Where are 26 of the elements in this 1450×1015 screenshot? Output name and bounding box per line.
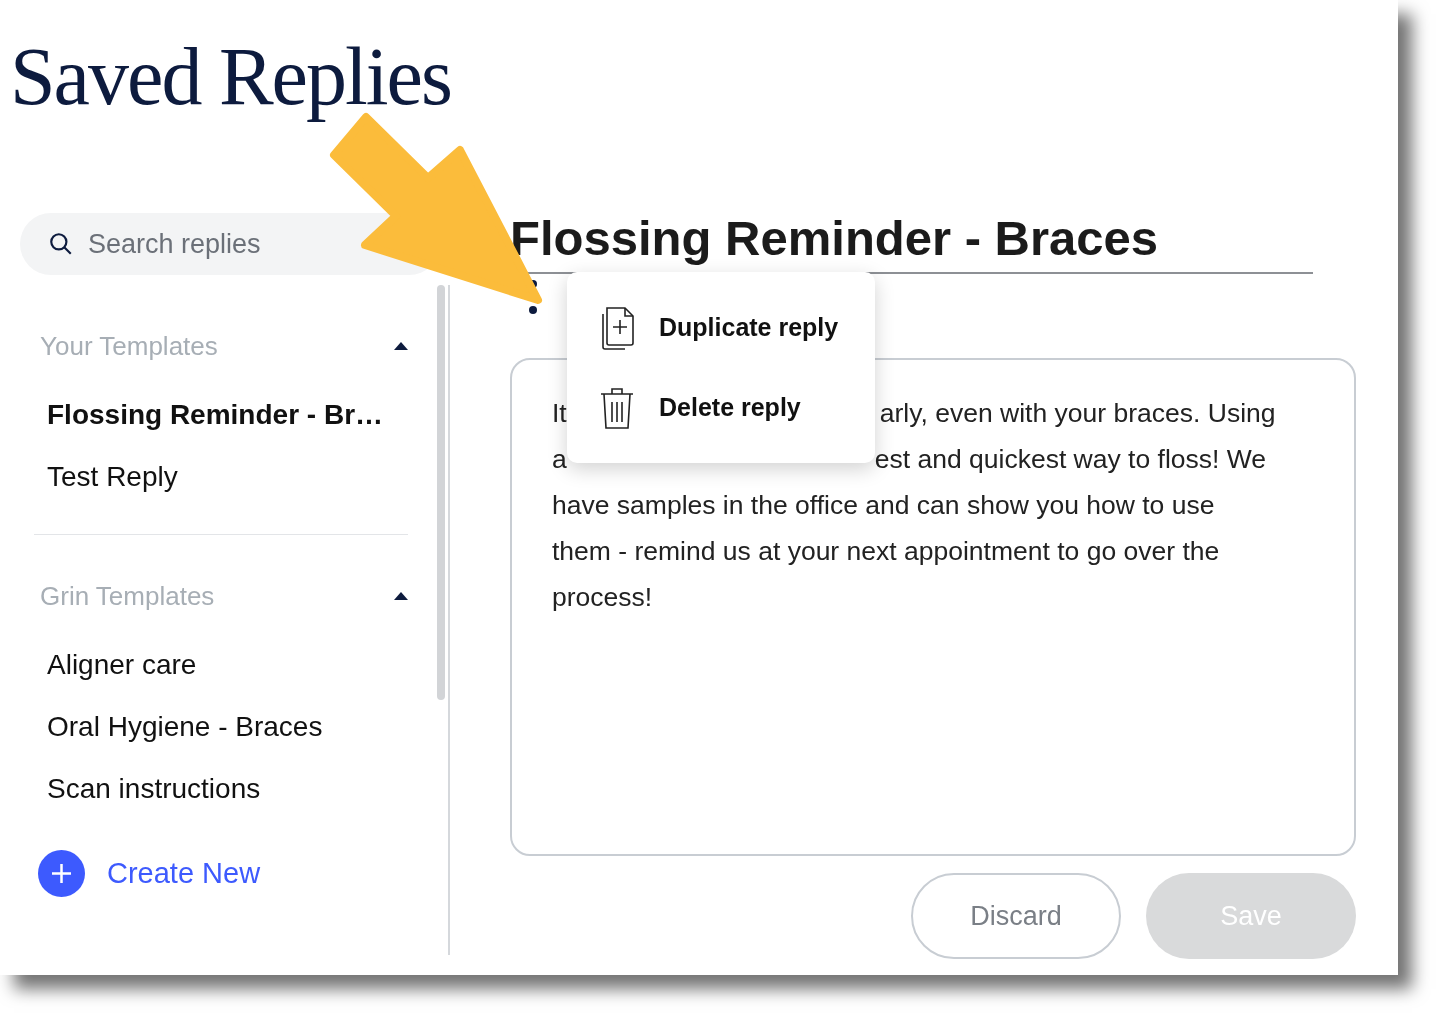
section-title: Your Templates — [40, 330, 218, 362]
trash-icon — [599, 385, 635, 430]
template-item[interactable]: Oral Hygiene - Braces — [0, 696, 323, 758]
message-text: est and quickest way to floss! We — [874, 443, 1267, 475]
copy-plus-icon — [599, 305, 635, 350]
message-text: process! — [552, 581, 653, 613]
plus-icon — [38, 850, 85, 897]
scrollbar-thumb[interactable] — [437, 285, 445, 700]
message-text: arly, even with your braces. Using — [879, 397, 1276, 429]
caret-up-icon[interactable] — [394, 342, 408, 350]
menu-item-label: Duplicate reply — [659, 313, 839, 342]
message-text: have samples in the office and can show you how to use — [552, 489, 1215, 521]
page-title: Saved Replies — [9, 30, 451, 120]
template-item[interactable]: Scan instructions — [0, 758, 261, 800]
message-text: a — [552, 443, 567, 475]
menu-item-label: Delete reply — [659, 393, 801, 422]
search-icon — [48, 231, 74, 257]
section-title: Grin Templates — [40, 580, 215, 612]
action-button[interactable]: Discard — [911, 873, 1121, 959]
template-item[interactable]: Test Reply — [0, 446, 178, 508]
message-text: them - remind us at your next appointment to go over the — [552, 535, 1220, 567]
menu-item[interactable]: Delete reply — [567, 367, 875, 448]
caret-up-icon[interactable] — [394, 592, 408, 600]
template-item[interactable]: Flossing Reminder - Br… — [0, 384, 384, 446]
template-item[interactable]: Aligner care — [0, 634, 197, 696]
create-new-button[interactable]: Create New — [38, 850, 261, 897]
